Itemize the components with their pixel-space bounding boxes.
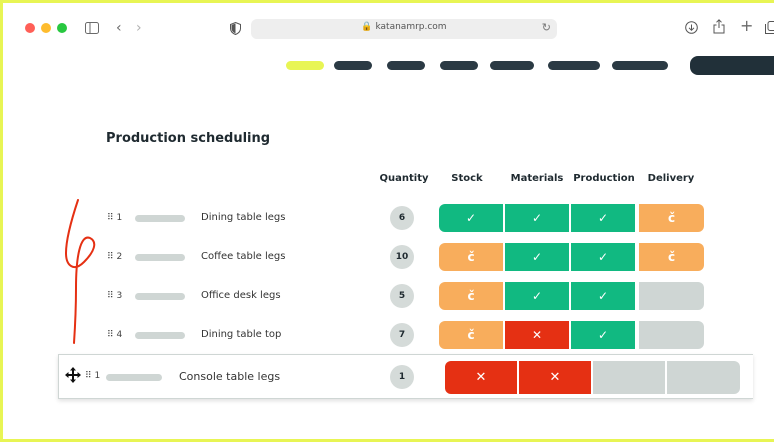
cross-icon: ✕ [475, 370, 487, 385]
quantity-badge: 6 [390, 206, 414, 230]
product-name: Console table legs [179, 370, 281, 383]
zoom-window-button[interactable] [57, 23, 67, 33]
cta-button[interactable] [690, 56, 774, 75]
status-production[interactable]: ✓ [571, 321, 635, 349]
check-icon: ✓ [597, 250, 609, 264]
product-name: Office desk legs [201, 290, 281, 301]
forward-icon[interactable]: › [136, 21, 142, 35]
status-stock[interactable]: ✕ [445, 361, 517, 394]
status-materials[interactable]: ✓ [505, 204, 569, 232]
drag-handle-icon[interactable]: ⠿ [85, 371, 92, 381]
cross-icon: ✕ [549, 370, 561, 385]
clock-icon: č [467, 328, 475, 342]
tabs-icon[interactable] [765, 21, 774, 34]
new-tab-icon[interactable]: + [740, 18, 753, 34]
nav-item[interactable] [387, 61, 425, 70]
status-delivery[interactable]: č [639, 204, 704, 232]
column-header-materials: Materials [510, 173, 564, 184]
status-stock[interactable]: č [439, 243, 503, 271]
status-production[interactable]: ✓ [571, 282, 635, 310]
check-icon: ✓ [465, 211, 477, 225]
status-materials[interactable]: ✕ [505, 321, 569, 349]
column-header-delivery: Delivery [647, 173, 695, 184]
status-delivery[interactable] [639, 321, 704, 349]
shield-icon[interactable] [230, 22, 241, 35]
placeholder-bar [135, 254, 185, 261]
minimize-window-button[interactable] [41, 23, 51, 33]
status-stock[interactable]: č [439, 282, 503, 310]
url-text: katanamrp.com [375, 22, 447, 32]
address-bar[interactable]: 🔒 katanamrp.com ↻ [251, 19, 557, 39]
status-delivery[interactable]: č [639, 243, 704, 271]
placeholder-bar [135, 215, 185, 222]
row-number: ⠿ 2 [107, 252, 123, 262]
status-materials[interactable]: ✓ [505, 282, 569, 310]
check-icon: ✓ [597, 328, 609, 342]
row-number: ⠿ 1 [107, 213, 123, 223]
check-icon: ✓ [531, 289, 543, 303]
sidebar-icon[interactable] [85, 22, 99, 34]
nav-item[interactable] [334, 61, 372, 70]
check-icon: ✓ [531, 250, 543, 264]
column-header-production: Production [573, 173, 635, 184]
nav-item-active[interactable] [286, 61, 324, 70]
lock-icon: 🔒 [361, 22, 373, 32]
product-name: Dining table top [201, 329, 282, 340]
quantity-badge: 7 [390, 323, 414, 347]
row-number: ⠿ 3 [107, 291, 123, 301]
row-number: ⠿ 1 [85, 371, 101, 381]
browser-toolbar: ‹ › 🔒 katanamrp.com ↻ + [3, 3, 774, 49]
check-icon: ✓ [597, 289, 609, 303]
move-icon[interactable] [65, 367, 81, 383]
column-header-quantity: Quantity [379, 173, 429, 184]
status-production[interactable]: ✓ [571, 204, 635, 232]
status-materials[interactable]: ✓ [505, 243, 569, 271]
check-icon: ✓ [597, 211, 609, 225]
clock-icon: č [667, 211, 676, 225]
clock-icon: č [667, 250, 676, 264]
quantity-badge: 5 [390, 284, 414, 308]
status-delivery[interactable] [639, 282, 704, 310]
check-icon: ✓ [531, 211, 543, 225]
clock-icon: č [467, 250, 475, 264]
row-number: ⠿ 4 [107, 330, 123, 340]
app-window: ‹ › 🔒 katanamrp.com ↻ + Production sched… [0, 0, 774, 442]
placeholder-bar [106, 374, 162, 381]
close-window-button[interactable] [25, 23, 35, 33]
handwritten-annotation [64, 199, 96, 344]
cross-icon: ✕ [531, 328, 543, 342]
nav-item[interactable] [440, 61, 478, 70]
placeholder-bar [135, 332, 185, 339]
quantity-badge: 1 [390, 365, 414, 389]
nav-item[interactable] [548, 61, 600, 70]
back-icon[interactable]: ‹ [116, 21, 122, 35]
reload-icon[interactable]: ↻ [542, 21, 551, 34]
status-stock[interactable]: č [439, 321, 503, 349]
download-icon[interactable] [685, 21, 698, 34]
status-production[interactable]: ✓ [571, 243, 635, 271]
nav-item[interactable] [612, 61, 668, 70]
page-title: Production scheduling [106, 131, 271, 146]
dragged-row[interactable]: ⠿ 1 Console table legs 1 ✕ ✕ [58, 354, 753, 399]
status-materials[interactable]: ✕ [519, 361, 591, 394]
column-header-stock: Stock [451, 173, 483, 184]
product-name: Dining table legs [201, 212, 286, 223]
placeholder-bar [135, 293, 185, 300]
product-name: Coffee table legs [201, 251, 286, 262]
clock-icon: č [467, 289, 475, 303]
status-delivery[interactable] [667, 361, 740, 394]
share-icon[interactable] [713, 19, 725, 34]
nav-item[interactable] [490, 61, 534, 70]
quantity-badge: 10 [390, 245, 414, 269]
status-stock[interactable]: ✓ [439, 204, 503, 232]
status-production[interactable] [593, 361, 665, 394]
